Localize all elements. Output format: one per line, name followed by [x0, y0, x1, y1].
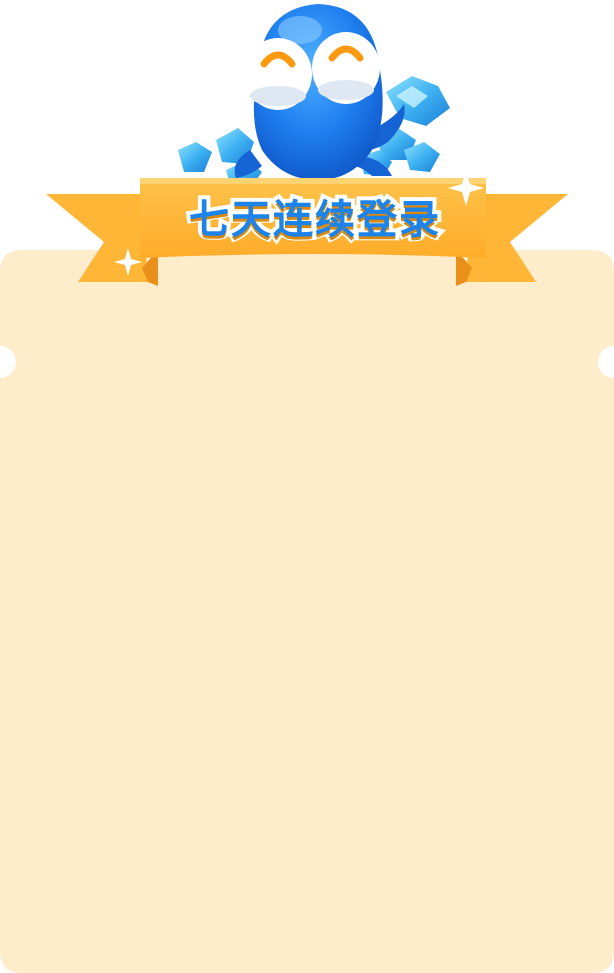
banner-header [0, 0, 614, 300]
reward-panel [0, 250, 614, 973]
banner-title: 七天连续登录 [189, 197, 441, 243]
